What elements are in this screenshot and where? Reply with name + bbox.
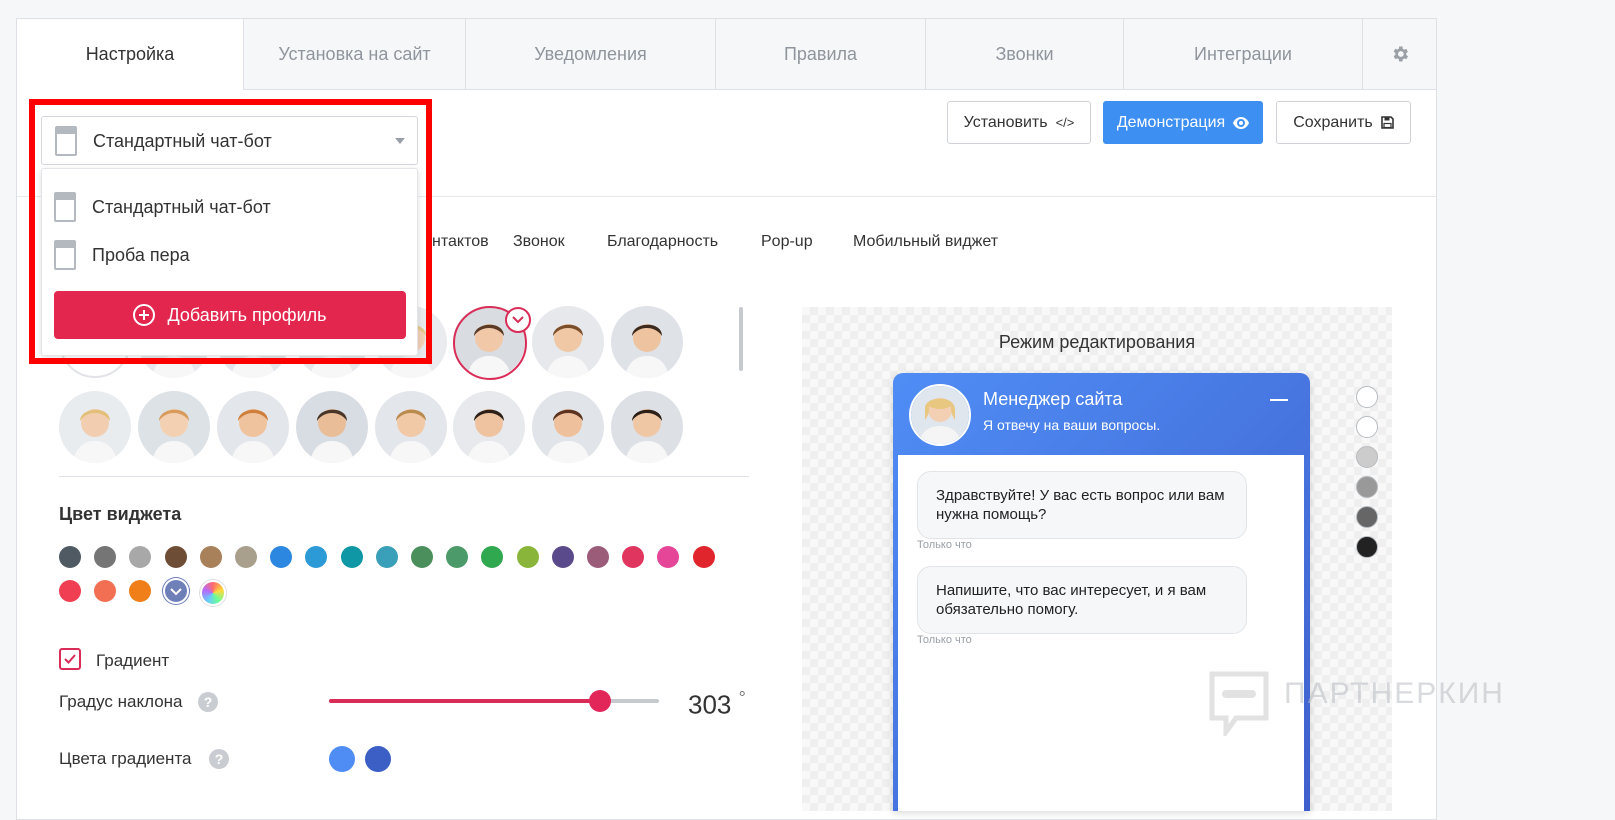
avatar-option[interactable] (375, 391, 447, 463)
watermark-text: ПАРТНЕРКИН (1284, 677, 1505, 710)
minimize-icon[interactable] (1270, 399, 1288, 401)
section-divider (59, 476, 749, 477)
gradient-label: Градиент (96, 651, 170, 670)
theme-dot[interactable] (1356, 386, 1378, 408)
widget-color-title: Цвет виджета (59, 504, 182, 524)
message-time: Только что (917, 539, 972, 551)
subtab-contacts[interactable]: нтактов (432, 233, 489, 251)
gradient-color-1[interactable] (329, 746, 355, 772)
subtab-call[interactable]: Звонок (513, 233, 565, 251)
color-swatch[interactable] (411, 546, 433, 568)
chat-subtitle: Я отвечу на ваши вопросы. (983, 417, 1161, 433)
gear-icon (1393, 46, 1408, 62)
color-swatch[interactable] (59, 580, 81, 602)
chevron-down-icon (169, 588, 182, 596)
custom-color-swatch[interactable] (199, 580, 226, 606)
color-swatch[interactable] (516, 546, 539, 568)
color-swatch[interactable] (587, 546, 609, 568)
demo-label: Демонстрация (1116, 113, 1226, 131)
avatar-option[interactable] (453, 391, 525, 463)
chat-message: Напишите, что вас интересует, и я вам об… (917, 566, 1247, 634)
theme-dot[interactable] (1356, 536, 1378, 558)
color-swatch[interactable] (235, 546, 257, 568)
avatar-option[interactable] (532, 391, 604, 463)
avatar-option[interactable] (611, 306, 683, 378)
avatar-option[interactable] (217, 391, 289, 463)
tab-calls[interactable]: Звонки (925, 19, 1123, 89)
angle-slider[interactable] (329, 690, 659, 712)
theme-dot[interactable] (1356, 506, 1378, 528)
gradient-colors-label: Цвета градиента (59, 749, 192, 768)
avatar-option[interactable] (138, 391, 210, 463)
tab-install[interactable]: Установка на сайт (243, 19, 465, 89)
subtab-popup[interactable]: Pop-up (761, 233, 813, 251)
angle-unit: ° (738, 688, 746, 708)
tab-settings[interactable]: Настройка (17, 19, 243, 90)
avatar-option[interactable] (59, 391, 131, 463)
avatar-option[interactable] (296, 391, 368, 463)
angle-value: 303 ° (688, 688, 746, 721)
chat-message: Здравствуйте! У вас есть вопрос или вам … (917, 471, 1247, 539)
theme-dot[interactable] (1356, 476, 1378, 498)
preview-mode-title: Режим редактирования (998, 332, 1196, 352)
install-button[interactable]: Установить </> (947, 101, 1091, 144)
message-time: Только что (917, 634, 972, 646)
tab-integrations[interactable]: Интеграции (1123, 19, 1362, 89)
chat-title: Менеджер сайта (983, 389, 1123, 409)
theme-dot[interactable] (1356, 416, 1378, 438)
checkmark-icon (64, 654, 76, 664)
chat-avatar (909, 384, 971, 446)
subtab-thanks[interactable]: Благодарность (607, 233, 718, 251)
save-label: Сохранить (1293, 113, 1373, 131)
color-swatch[interactable] (164, 546, 187, 568)
selected-check-icon (505, 307, 531, 333)
chat-widget-preview: Менеджер сайта Я отвечу на ваши вопросы.… (893, 373, 1310, 811)
highlight-annotation (29, 99, 432, 364)
save-button[interactable]: Сохранить (1276, 101, 1411, 144)
help-icon[interactable]: ? (209, 749, 229, 769)
angle-label: Градус наклона (59, 692, 183, 711)
install-label: Установить (963, 113, 1048, 131)
color-swatch[interactable] (551, 546, 574, 568)
eye-icon (1233, 116, 1250, 129)
avatar-option[interactable] (611, 391, 683, 463)
color-swatch[interactable] (199, 546, 222, 568)
chat-body: Здравствуйте! У вас есть вопрос или вам … (898, 455, 1304, 811)
angle-slider-thumb[interactable] (588, 690, 611, 712)
demo-button[interactable]: Демонстрация (1103, 101, 1263, 144)
floppy-disk-icon (1380, 116, 1394, 129)
avatar-option[interactable] (532, 306, 604, 378)
theme-dot[interactable] (1356, 446, 1378, 468)
tab-bar: Настройка Установка на сайт Уведомления … (17, 19, 1436, 90)
color-swatch[interactable] (164, 580, 187, 602)
code-icon: </> (1055, 115, 1075, 130)
gradient-checkbox[interactable] (59, 648, 81, 670)
color-swatch[interactable] (692, 546, 715, 568)
tab-gear[interactable] (1362, 19, 1436, 89)
gradient-color-2[interactable] (365, 746, 391, 772)
avatars-scrollbar[interactable] (739, 307, 743, 371)
angle-slider-fill (329, 699, 600, 703)
tab-notifications[interactable]: Уведомления (465, 19, 715, 89)
color-swatch[interactable] (375, 546, 398, 568)
angle-number: 303 (688, 689, 732, 720)
tab-rules[interactable]: Правила (715, 19, 925, 89)
subtab-mobile[interactable]: Мобильный виджет (853, 233, 998, 251)
color-swatch[interactable] (59, 546, 81, 568)
color-swatch[interactable] (340, 546, 363, 568)
watermark-logo (1209, 671, 1269, 736)
help-icon[interactable]: ? (198, 692, 218, 712)
